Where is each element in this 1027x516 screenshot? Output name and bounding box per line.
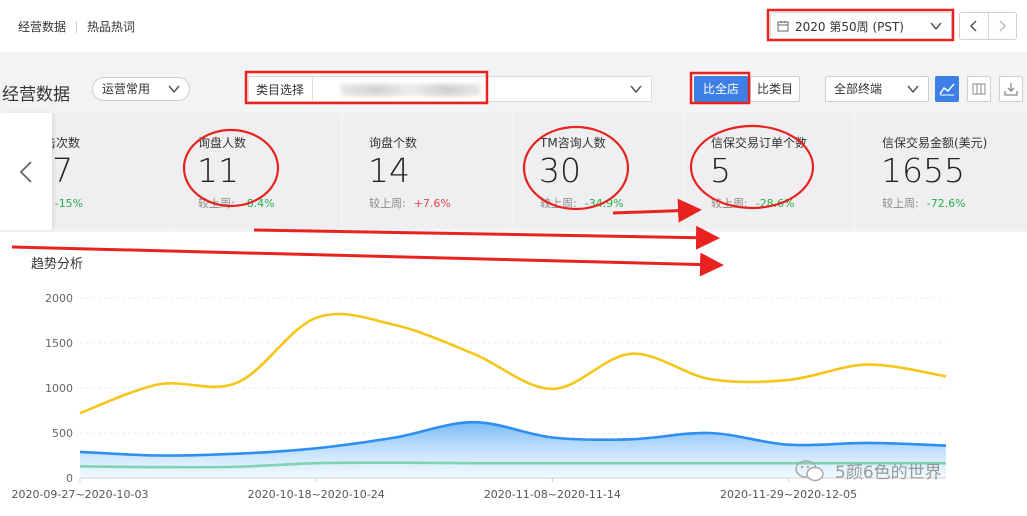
kpi-card[interactable]: 询盘个数 14 较上周: +7.6% xyxy=(343,113,511,229)
category-select[interactable] xyxy=(312,76,652,102)
compare-category-button[interactable]: 比类目 xyxy=(750,76,800,102)
kpi-compare: 较上周: -28.6% xyxy=(711,195,795,211)
common-select[interactable]: 运营常用 xyxy=(92,77,190,101)
kpi-compare: 较上周: -8.4% xyxy=(198,195,275,211)
x-tick-label: 2020-11-29~2020-12-05 xyxy=(720,488,857,501)
kpi-compare-label: 较上周: xyxy=(711,197,748,210)
y-tick-label: 1500 xyxy=(45,337,73,350)
watermark-text: 5颜6色的世界 xyxy=(835,463,942,483)
table-icon xyxy=(972,83,986,95)
line-chart-view-button[interactable] xyxy=(935,76,959,102)
tab-business-data[interactable]: 经营数据 xyxy=(18,18,66,35)
y-tick-label: 0 xyxy=(66,472,73,485)
kpi-card[interactable]: 询盘人数 11 较上周: -8.4% xyxy=(172,113,340,229)
page-title: 经营数据 xyxy=(2,85,70,105)
line-chart-icon xyxy=(939,83,955,96)
x-tick-label: 2020-11-08~2020-11-14 xyxy=(484,488,621,501)
x-tick-label: 2020-09-27~2020-10-03 xyxy=(11,488,148,501)
kpi-card[interactable]: 信保交易订单个数 5 较上周: -28.6% xyxy=(685,113,853,229)
tab-separator xyxy=(76,20,78,33)
blurred-category-value xyxy=(341,84,481,96)
kpi-value: 14 xyxy=(368,151,410,190)
kpi-value: 30 xyxy=(539,151,581,190)
category-label: 类目选择 xyxy=(248,76,312,102)
kpi-compare-label: 较上周: xyxy=(540,197,577,210)
kpi-compare-label: 较上周: xyxy=(369,197,406,210)
kpi-value: 5 xyxy=(710,151,731,190)
chevron-down-icon xyxy=(168,85,180,94)
kpi-label: 信保交易订单个数 xyxy=(711,136,808,150)
chevron-down-icon xyxy=(907,85,919,94)
filter-row: 经营数据 运营常用 类目选择 比全店 比类目 全部终端 xyxy=(0,66,1027,110)
kpi-compare-label: 较上周: xyxy=(882,197,919,210)
chevron-down-icon xyxy=(930,22,942,31)
compare-all-store-button[interactable]: 比全店 xyxy=(694,76,748,102)
prev-week-button[interactable] xyxy=(960,13,988,39)
watermark: 5颜6色的世界 xyxy=(795,458,942,483)
kpi-compare-pct: -34.9% xyxy=(584,197,624,210)
common-select-value: 运营常用 xyxy=(102,82,151,96)
kpi-compare: 较上周: +7.6% xyxy=(369,195,451,211)
chevron-down-icon xyxy=(630,85,642,94)
page: 经营数据 热品热词 2020 第50周 (PST) 经营数据 运营常用 类目选择… xyxy=(0,0,1027,516)
terminal-select-value: 全部终端 xyxy=(834,82,883,96)
x-tick-label: 2020-10-18~2020-10-24 xyxy=(248,488,385,501)
kpi-value: 11 xyxy=(197,151,239,190)
download-icon xyxy=(1004,83,1018,96)
kpi-label: TM咨询人数 xyxy=(540,136,606,150)
calendar-icon xyxy=(777,21,789,32)
kpi-label: 询盘人数 xyxy=(198,136,247,150)
next-week-button[interactable] xyxy=(987,13,1017,39)
kpi-label: 询盘个数 xyxy=(369,136,418,150)
y-tick-label: 500 xyxy=(52,427,73,440)
kpi-compare-pct: +7.6% xyxy=(413,197,451,210)
kpi-compare: 较上周: -34.9% xyxy=(540,195,624,211)
kpi-compare-pct: -8.4% xyxy=(242,197,275,210)
download-button[interactable] xyxy=(999,76,1023,102)
series-line xyxy=(79,312,947,415)
kpi-label: 信保交易金额(美元) xyxy=(882,136,988,150)
kpi-compare-pct: -15% xyxy=(54,197,84,210)
kpi-prev-button[interactable] xyxy=(0,113,52,230)
kpi-value: 1655 xyxy=(881,151,965,190)
kpi-compare-label: 较上周: xyxy=(198,197,235,210)
chevron-right-icon xyxy=(999,20,1007,32)
kpi-compare-pct: -28.6% xyxy=(755,197,795,210)
week-nav xyxy=(959,12,1017,40)
kpi-row: 点击次数 77 周:-15% 询盘人数 11 较上周:-8.4% 询盘个数 14… xyxy=(0,113,1027,229)
chat-bubbles-icon xyxy=(795,459,824,481)
top-bar: 经营数据 热品热词 2020 第50周 (PST) xyxy=(0,0,1027,52)
tab-hot-products[interactable]: 热品热词 xyxy=(87,18,135,35)
chevron-left-icon xyxy=(969,20,977,32)
week-select-value: 2020 第50周 (PST) xyxy=(795,19,904,34)
kpi-compare-pct: -72.6% xyxy=(926,197,966,210)
kpi-card[interactable]: 信保交易金额(美元) 1655 较上周: -72.6% xyxy=(856,113,1027,229)
y-tick-label: 1000 xyxy=(45,382,73,395)
chevron-left-icon xyxy=(19,160,32,183)
top-tabs: 经营数据 热品热词 xyxy=(18,18,135,35)
week-select[interactable]: 2020 第50周 (PST) xyxy=(770,12,952,40)
kpi-card[interactable]: TM咨询人数 30 较上周: -34.9% xyxy=(514,113,682,229)
kpi-compare: 较上周: -72.6% xyxy=(882,195,966,211)
terminal-select[interactable]: 全部终端 xyxy=(825,76,929,102)
table-view-button[interactable] xyxy=(967,76,991,102)
y-tick-label: 2000 xyxy=(45,292,73,305)
